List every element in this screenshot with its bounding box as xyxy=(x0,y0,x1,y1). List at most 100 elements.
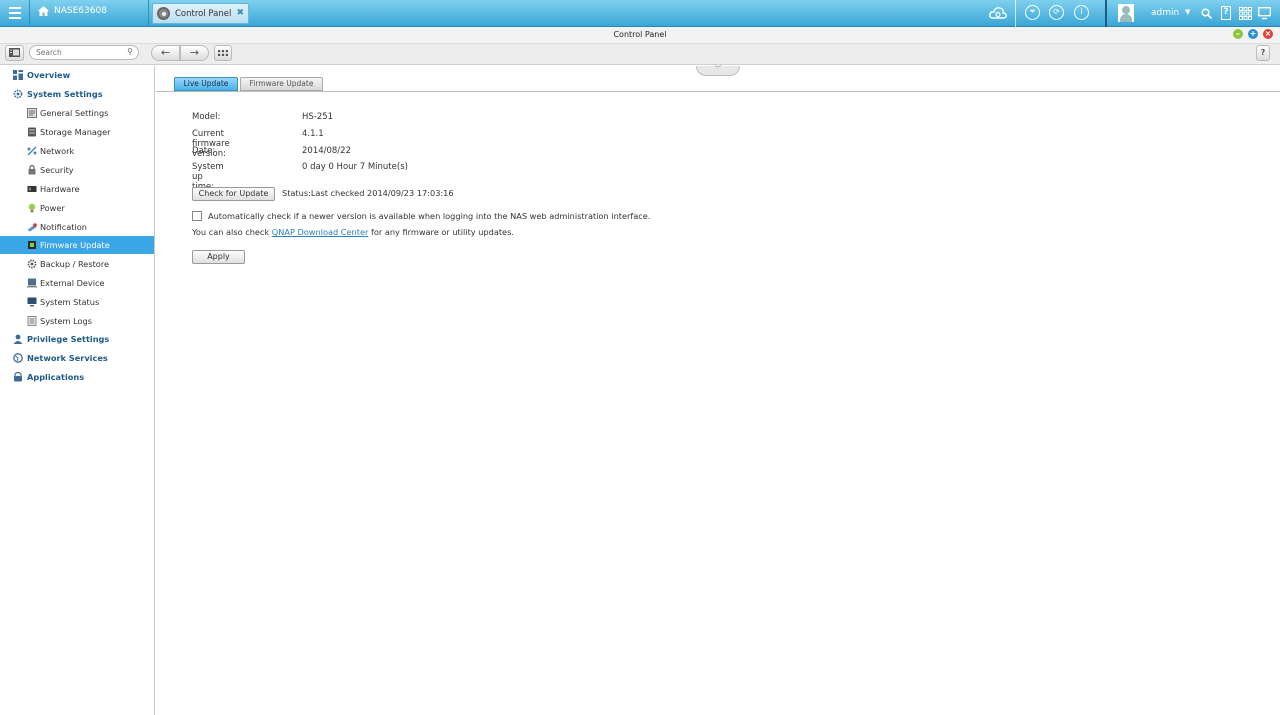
toggle-sidebar-button[interactable] xyxy=(5,45,24,61)
close-tab-icon[interactable]: ✖ xyxy=(236,8,244,18)
sidebar-item-power[interactable]: Power xyxy=(0,199,154,217)
sidebar-item-firmware-update[interactable]: Firmware Update xyxy=(0,236,154,254)
apply-button[interactable]: Apply xyxy=(192,250,245,264)
sidebar-item-general-settings[interactable]: General Settings xyxy=(0,104,154,122)
cloud-icon[interactable] xyxy=(989,6,1007,19)
home-icon xyxy=(38,6,49,16)
window-title: Control Panel xyxy=(613,30,667,39)
globe-icon xyxy=(13,353,23,363)
help-button[interactable]: ? xyxy=(1256,45,1270,61)
sidebar-item-label: General Settings xyxy=(40,108,109,118)
grid-icon[interactable] xyxy=(1239,7,1252,20)
sidebar-item-label: Firmware Update xyxy=(40,240,110,250)
sidebar-item-backup-restore[interactable]: Backup / Restore xyxy=(0,255,154,273)
back-button[interactable]: ← xyxy=(151,45,180,61)
sidebar-item-label: Network xyxy=(40,146,75,156)
tab-control-panel[interactable]: Control Panel ✖ xyxy=(152,3,249,24)
avatar[interactable] xyxy=(1118,4,1134,22)
note-prefix: You can also check xyxy=(192,227,270,237)
sidebar-item-label: External Device xyxy=(40,278,105,288)
maximize-icon[interactable]: + xyxy=(1248,29,1258,39)
sidebar-item-hardware[interactable]: Hardware xyxy=(0,180,154,198)
external-device-icon xyxy=(27,278,37,288)
date-label: Date: xyxy=(192,146,216,156)
event-notification-icon[interactable]: ⟳ xyxy=(1049,5,1064,20)
log-icon xyxy=(27,316,37,326)
sidebar-section-label: System Settings xyxy=(27,89,103,99)
lightbulb-icon xyxy=(28,203,36,213)
sidebar-item-system-settings[interactable]: System Settings xyxy=(0,85,154,103)
info-icon[interactable]: i xyxy=(1074,5,1089,20)
close-window-icon[interactable]: × xyxy=(1263,29,1273,39)
date-value: 2014/08/22 xyxy=(302,146,351,156)
help-icon[interactable]: ? xyxy=(1221,6,1231,20)
sidebar-item-network[interactable]: Network xyxy=(0,142,154,160)
search-icon[interactable] xyxy=(1201,8,1212,19)
sidebar-section-label: Network Services xyxy=(27,353,108,363)
sidebar-item-network-services[interactable]: Network Services xyxy=(0,349,154,367)
check-for-update-button[interactable]: Check for Update xyxy=(192,187,275,201)
top-bar: NASE63608 Control Panel ✖ ⏷ ⟳ i admin ▼ … xyxy=(0,0,1280,27)
notification-icon xyxy=(27,223,37,232)
sidebar-item-label: Backup / Restore xyxy=(40,259,110,269)
sidebar-icon xyxy=(9,48,20,57)
divider xyxy=(1105,0,1107,27)
control-panel-icon xyxy=(157,7,170,20)
firmware-version-value: 4.1.1 xyxy=(302,129,324,139)
model-value: HS-251 xyxy=(302,112,334,122)
search-icon[interactable]: ⚲ xyxy=(127,47,133,56)
monitor-icon[interactable] xyxy=(1258,7,1271,20)
nas-name: NASE63608 xyxy=(54,6,107,16)
chevron-down-icon[interactable]: ▼ xyxy=(1185,8,1190,16)
sidebar-item-label: System Logs xyxy=(40,316,93,326)
sidebar-item-security[interactable]: Security xyxy=(0,161,154,179)
auto-check-checkbox[interactable] xyxy=(192,211,202,221)
grid-icon xyxy=(218,50,228,56)
sidebar-item-system-logs[interactable]: System Logs xyxy=(0,312,154,330)
tab-live-update[interactable]: Live Update xyxy=(174,77,238,91)
home-button[interactable]: NASE63608 xyxy=(38,6,107,16)
tab-firmware-update[interactable]: Firmware Update xyxy=(240,77,323,91)
note-suffix: for any firmware or utility updates. xyxy=(370,227,514,237)
divider xyxy=(148,0,149,27)
minimize-icon[interactable]: – xyxy=(1233,29,1243,39)
sidebar-section-label: Overview xyxy=(27,70,71,80)
sidebar-item-storage-manager[interactable]: Storage Manager xyxy=(0,123,154,141)
sidebar: Overview System Settings General Setting… xyxy=(0,66,155,715)
lock-icon xyxy=(28,165,36,175)
divider xyxy=(29,0,30,27)
user-icon xyxy=(13,334,23,344)
model-label: Model: xyxy=(192,112,221,122)
uptime-value: 0 day 0 Hour 7 Minute(s) xyxy=(302,162,408,172)
download-center-note: You can also check QNAP Download Center … xyxy=(192,227,514,237)
sidebar-item-label: Notification xyxy=(40,222,87,232)
sidebar-item-applications[interactable]: Applications xyxy=(0,368,154,386)
forward-button[interactable]: → xyxy=(180,45,209,61)
background-tasks-icon[interactable]: ⏷ xyxy=(1025,5,1040,20)
app-grid-button[interactable] xyxy=(214,45,232,61)
sidebar-item-external-device[interactable]: External Device xyxy=(0,274,154,292)
sidebar-item-privilege-settings[interactable]: Privilege Settings xyxy=(0,330,154,348)
sidebar-item-label: Hardware xyxy=(40,184,80,194)
sidebar-item-system-status[interactable]: System Status xyxy=(0,293,154,311)
main-content: ﹀ Live Update Firmware Update Model: HS-… xyxy=(156,66,1280,715)
monitor-icon xyxy=(27,297,37,307)
search-input[interactable] xyxy=(36,46,121,59)
collapse-toolbar-button[interactable]: ﹀ xyxy=(696,66,740,76)
sidebar-item-label: System Status xyxy=(40,297,100,307)
main-menu-icon[interactable] xyxy=(4,3,26,23)
sidebar-item-label: Storage Manager xyxy=(40,127,111,137)
toolbar: ⚲ ← → ? xyxy=(0,44,1280,65)
qnap-download-center-link[interactable]: QNAP Download Center xyxy=(272,227,369,237)
divider xyxy=(1015,0,1016,27)
search-field[interactable]: ⚲ xyxy=(29,45,139,60)
user-name[interactable]: admin xyxy=(1151,8,1179,18)
applications-icon xyxy=(14,372,22,382)
sidebar-item-label: Security xyxy=(40,165,74,175)
firmware-chip-icon xyxy=(28,241,36,249)
sidebar-section-label: Privilege Settings xyxy=(27,334,110,344)
divider xyxy=(156,91,1280,92)
general-settings-icon xyxy=(27,108,37,118)
sidebar-item-overview[interactable]: Overview xyxy=(0,66,154,84)
sidebar-item-notification[interactable]: Notification xyxy=(0,218,154,236)
